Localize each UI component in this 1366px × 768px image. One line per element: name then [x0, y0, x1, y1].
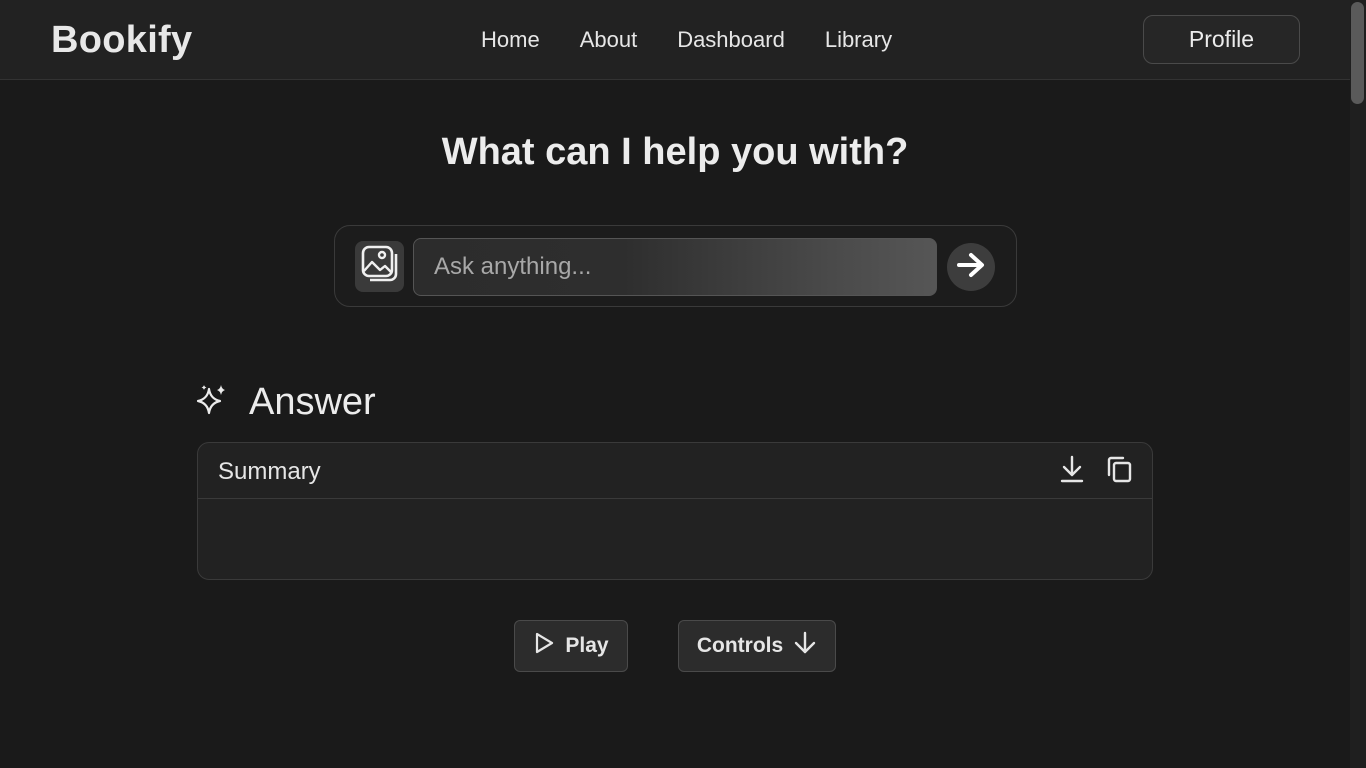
download-button[interactable] [1057, 454, 1087, 489]
copy-button[interactable] [1104, 456, 1134, 486]
scrollbar-thumb[interactable] [1351, 2, 1364, 104]
brand-logo[interactable]: Bookify [51, 19, 192, 62]
ask-input[interactable] [413, 238, 937, 296]
controls-label: Controls [696, 634, 784, 657]
image-upload-icon [360, 244, 400, 289]
copy-icon [1105, 455, 1133, 488]
send-button[interactable] [947, 243, 995, 291]
nav-link-library[interactable]: Library [825, 27, 892, 53]
image-upload-button[interactable] [355, 241, 404, 292]
top-nav-bar: Bookify Home About Dashboard Library Pro… [0, 0, 1350, 80]
controls-button[interactable]: Controls [678, 620, 836, 672]
summary-title: Summary [218, 458, 321, 485]
profile-button[interactable]: Profile [1143, 15, 1300, 64]
arrow-down-icon [793, 630, 817, 662]
search-panel [334, 225, 1017, 307]
download-icon [1059, 454, 1085, 489]
summary-body [198, 499, 1152, 531]
main-nav: Home About Dashboard Library [481, 27, 892, 53]
play-label: Play [565, 634, 609, 657]
summary-header: Summary [198, 443, 1152, 499]
summary-card: Summary [197, 442, 1153, 580]
answer-heading: Answer [195, 380, 376, 424]
scrollbar-track[interactable] [1350, 0, 1366, 768]
answer-title: Answer [249, 380, 376, 423]
nav-link-dashboard[interactable]: Dashboard [677, 27, 785, 53]
arrow-right-icon [956, 252, 986, 283]
page-headline: What can I help you with? [441, 131, 909, 173]
sparkles-icon [195, 383, 229, 422]
nav-link-home[interactable]: Home [481, 27, 540, 53]
play-button[interactable]: Play [514, 620, 628, 672]
play-icon [533, 631, 555, 661]
nav-link-about[interactable]: About [580, 27, 638, 53]
